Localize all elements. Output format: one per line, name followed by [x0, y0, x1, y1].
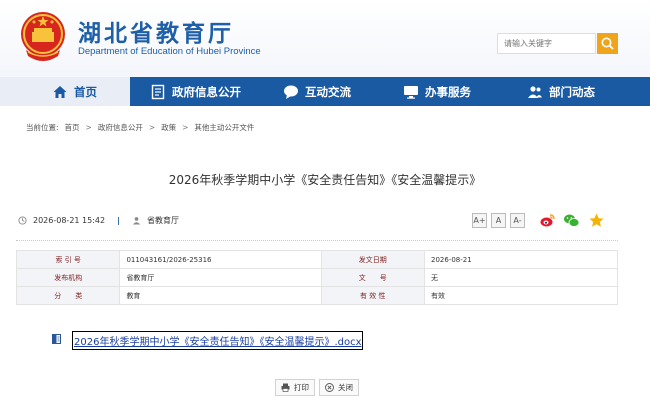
nav-item-label: 政府信息公开: [172, 84, 241, 99]
nav-item-home[interactable]: 首页: [0, 77, 130, 106]
home-icon: [53, 85, 67, 98]
breadcrumb-prefix: 当前位置:: [26, 123, 59, 132]
table-row: 发布机构 省教育厅 文 号 无: [15, 268, 618, 287]
close-icon: [325, 383, 334, 392]
nav-item-interaction[interactable]: 互动交流: [283, 77, 351, 106]
search-input[interactable]: [497, 33, 596, 54]
table-row: 分 类 教育 有 效 性 有效: [15, 286, 618, 305]
nav-item-services[interactable]: 办事服务: [403, 77, 471, 106]
nav-item-label: 首页: [74, 84, 97, 99]
publisher-value: 省教育厅: [119, 268, 322, 287]
category-label: 分 类: [15, 286, 121, 305]
search-icon: [601, 37, 614, 50]
print-label: 打印: [294, 383, 309, 392]
site-header: 湖北省教育厅 Department of Education of Hubei …: [0, 0, 650, 77]
article-source: 省教育厅: [147, 216, 180, 225]
clock-icon: [18, 216, 27, 225]
attachment-link[interactable]: 2026年秋季学期中小学《安全责任告知》《安全温馨提示》.docx: [72, 331, 363, 350]
nav-item-label: 办事服务: [425, 84, 471, 99]
nav-item-label: 互动交流: [305, 84, 351, 99]
publish-date: 2026-08-21 15:42: [33, 216, 106, 225]
validity-value: 有效: [424, 286, 618, 305]
nav-item-dept-news[interactable]: 部门动态: [527, 77, 595, 106]
main-nav: 首页 政府信息公开 互动交流 办事服务 部门动态: [0, 77, 650, 106]
print-button[interactable]: 打印: [275, 379, 315, 396]
font-default-button[interactable]: A: [491, 213, 506, 228]
document-number-label: 文 号: [320, 268, 426, 287]
breadcrumb-item-other-files[interactable]: 其他主动公开文件: [194, 122, 254, 133]
source-icon: [132, 217, 141, 225]
national-emblem-icon: [21, 12, 65, 61]
printer-icon: [281, 383, 290, 392]
document-info-table: 索 引 号 011043161/2026-25316 发文日期 2026-08-…: [15, 250, 618, 305]
breadcrumb-separator: >: [85, 123, 92, 132]
meta-divider-line: [16, 240, 618, 241]
index-number-value: 011043161/2026-25316: [119, 250, 322, 269]
chat-bubble-icon: [284, 85, 298, 99]
document-number-value: 无: [424, 268, 618, 287]
article-meta: 2026-08-21 15:42 | 省教育厅: [18, 215, 179, 226]
validity-label: 有 效 性: [320, 286, 426, 305]
close-button[interactable]: 关闭: [319, 379, 359, 396]
word-file-icon: [52, 334, 61, 344]
issue-date-label: 发文日期: [320, 250, 426, 269]
breadcrumb-item-policy[interactable]: 政策: [161, 122, 176, 133]
search-button[interactable]: [597, 33, 618, 54]
breadcrumb: 当前位置: 首页 > 政府信息公开 > 政策 > 其他主动公开文件: [26, 122, 254, 133]
publisher-label: 发布机构: [15, 268, 121, 287]
nav-item-gov-info[interactable]: 政府信息公开: [150, 77, 241, 106]
breadcrumb-item-home[interactable]: 首页: [65, 122, 80, 133]
font-increase-button[interactable]: A+: [472, 213, 487, 228]
nav-item-label: 部门动态: [549, 84, 595, 99]
issue-date-value: 2026-08-21: [424, 250, 618, 269]
index-number-label: 索 引 号: [15, 250, 121, 269]
category-value: 教育: [119, 286, 322, 305]
weibo-share-icon[interactable]: [539, 212, 556, 229]
monitor-icon: [404, 85, 418, 99]
site-subtitle: Department of Education of Hubei Provinc…: [78, 46, 261, 57]
meta-divider: |: [117, 216, 121, 225]
close-label: 关闭: [338, 383, 353, 392]
user-group-icon: [528, 85, 542, 98]
favorite-star-icon[interactable]: [588, 212, 605, 229]
wechat-share-icon[interactable]: [563, 212, 580, 229]
breadcrumb-separator: >: [148, 123, 156, 132]
breadcrumb-item-gov-info[interactable]: 政府信息公开: [98, 122, 143, 133]
document-icon: [151, 84, 165, 99]
breadcrumb-separator: >: [182, 123, 189, 132]
article-title: 2026年秋季学期中小学《安全责任告知》《安全温馨提示》: [168, 173, 482, 187]
font-decrease-button[interactable]: A-: [510, 213, 525, 228]
site-title: 湖北省教育厅: [78, 20, 234, 47]
table-row: 索 引 号 011043161/2026-25316 发文日期 2026-08-…: [15, 250, 618, 269]
